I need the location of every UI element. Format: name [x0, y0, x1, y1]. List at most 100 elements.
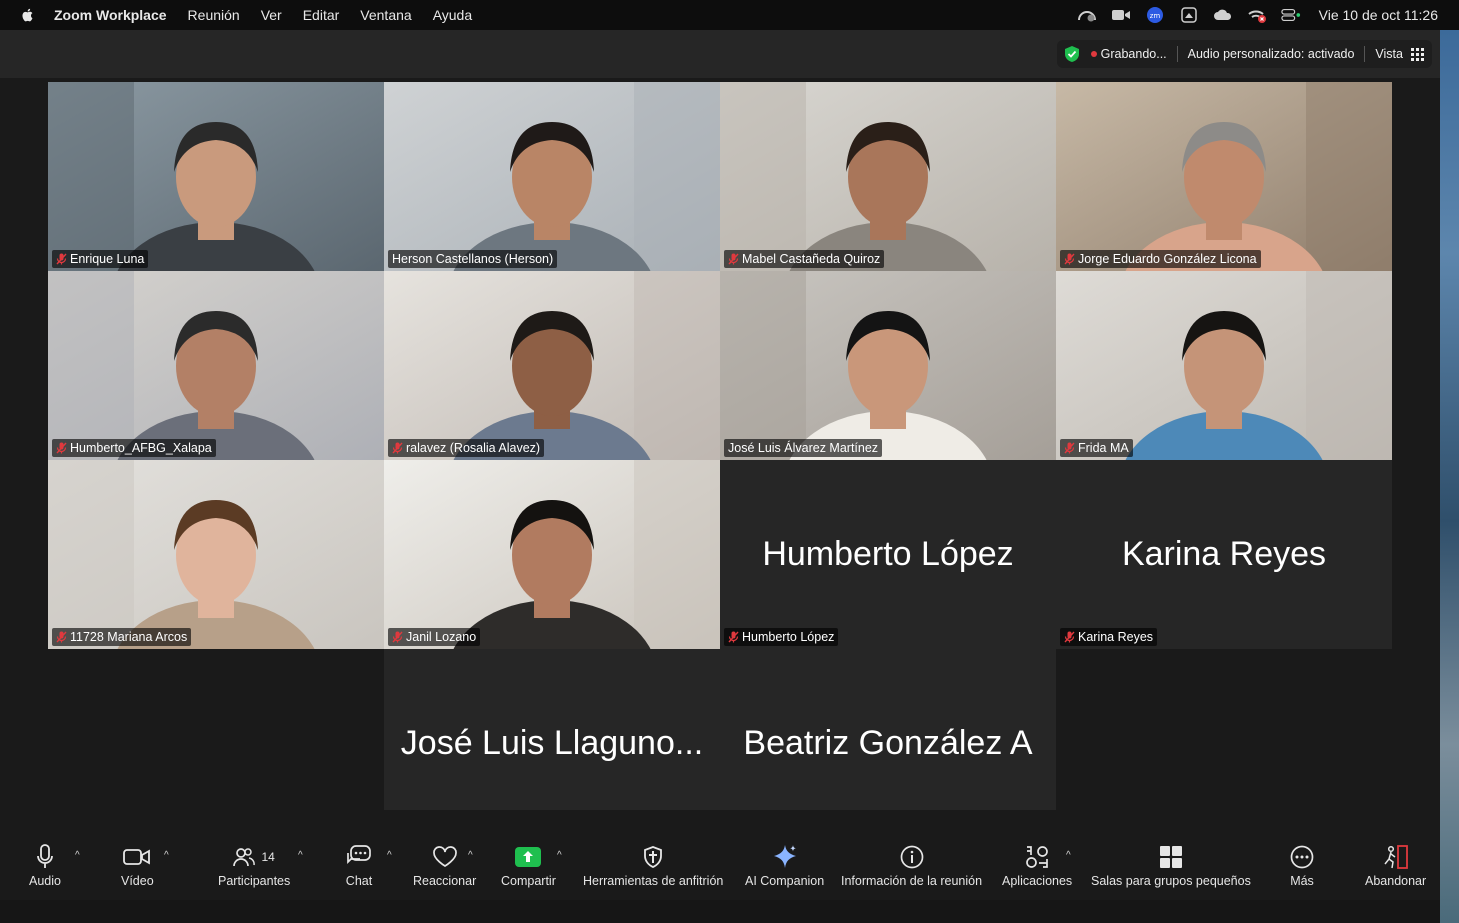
- muted-mic-icon: [56, 631, 67, 643]
- video-feed-shape: [1306, 82, 1392, 271]
- participant-display-name: Karina Reyes: [1121, 535, 1327, 573]
- leave-label: Abandonar: [1365, 874, 1427, 888]
- camera-icon[interactable]: [1111, 7, 1131, 23]
- participant-name-tag: Mabel Castañeda Quiroz: [724, 250, 885, 268]
- participant-tile[interactable]: Karina Reyes Karina Reyes: [1056, 460, 1392, 649]
- video-button[interactable]: Vídeo: [121, 844, 154, 888]
- chat-button[interactable]: Chat: [345, 844, 373, 888]
- info-icon: [900, 845, 923, 869]
- menu-editar[interactable]: Editar: [303, 7, 340, 23]
- apps-button[interactable]: Aplicaciones: [1002, 844, 1072, 888]
- more-icon: [1290, 845, 1314, 869]
- security-shield-icon[interactable]: [1063, 45, 1081, 63]
- muted-mic-icon: [392, 442, 403, 454]
- breakout-rooms-button[interactable]: Salas para grupos pequeños: [1091, 844, 1251, 888]
- participant-name-tag: Enrique Luna: [52, 250, 149, 268]
- recording-label[interactable]: Grabando...: [1101, 47, 1167, 61]
- participant-name: Karina Reyes: [1078, 630, 1154, 644]
- microphone-icon: [37, 844, 53, 868]
- participant-tile[interactable]: Humberto_AFBG_Xalapa: [48, 271, 384, 460]
- share-options-caret-icon[interactable]: ^: [557, 850, 562, 861]
- muted-mic-icon: [1064, 442, 1075, 454]
- window-bottom-edge: [0, 900, 1440, 923]
- video-feed-shape: [48, 271, 134, 460]
- menu-reunion[interactable]: Reunión: [188, 7, 240, 23]
- video-label: Vídeo: [121, 874, 154, 888]
- participant-tile[interactable]: José Luis Álvarez Martínez: [720, 271, 1056, 460]
- recording-dot-icon: [1090, 51, 1097, 57]
- video-feed: [384, 460, 720, 649]
- participant-tile[interactable]: Jorge Eduardo González Licona: [1056, 82, 1392, 271]
- menu-ver[interactable]: Ver: [261, 7, 282, 23]
- participant-name: 11728 Mariana Arcos: [70, 630, 188, 644]
- participant-name-tag: Frida MA: [1060, 439, 1133, 457]
- participant-name-tag: Jorge Eduardo González Licona: [1060, 250, 1261, 268]
- share-button[interactable]: Compartir: [501, 844, 556, 888]
- participant-name: ralavez (Rosalia Alavez): [406, 441, 541, 455]
- participant-name-tag: Humberto López: [724, 628, 839, 646]
- leave-door-icon: [1383, 845, 1408, 869]
- share-label: Compartir: [501, 874, 556, 888]
- audio-options-caret-icon[interactable]: ^: [75, 850, 80, 861]
- app-name[interactable]: Zoom Workplace: [54, 7, 167, 23]
- apps-options-caret-icon[interactable]: ^: [1066, 850, 1071, 861]
- wifi-off-icon[interactable]: [1247, 7, 1267, 23]
- video-feed: [48, 460, 384, 649]
- zoom-icon[interactable]: zm: [1145, 7, 1165, 23]
- chat-options-caret-icon[interactable]: ^: [387, 850, 392, 861]
- menu-ventana[interactable]: Ventana: [360, 7, 411, 23]
- apple-icon[interactable]: [20, 7, 36, 23]
- video-feed-shape: [720, 271, 806, 460]
- control-center-icon[interactable]: [1280, 7, 1301, 23]
- video-options-caret-icon[interactable]: ^: [164, 850, 169, 861]
- participant-tile[interactable]: Herson Castellanos (Herson): [384, 82, 720, 271]
- participant-name: Enrique Luna: [70, 252, 145, 266]
- divider: [1176, 46, 1178, 62]
- participant-name: Jorge Eduardo González Licona: [1078, 252, 1257, 266]
- participant-tile[interactable]: ralavez (Rosalia Alavez): [384, 271, 720, 460]
- host-tools-button[interactable]: Herramientas de anfitrión: [583, 844, 723, 888]
- meeting-info-button[interactable]: Información de la reunión: [841, 844, 982, 888]
- video-feed-shape: [48, 460, 134, 649]
- heart-icon: [432, 846, 457, 867]
- audio-button[interactable]: Audio: [29, 844, 61, 888]
- video-feed: [1056, 271, 1392, 460]
- participants-label: Participantes: [218, 874, 291, 888]
- video-feed: [384, 271, 720, 460]
- clock[interactable]: Vie 10 de oct 11:26: [1319, 7, 1438, 23]
- participant-tile[interactable]: Frida MA: [1056, 271, 1392, 460]
- participants-options-caret-icon[interactable]: ^: [298, 850, 303, 861]
- video-feed-shape: [1306, 271, 1392, 460]
- host-tools-label: Herramientas de anfitrión: [583, 874, 724, 888]
- participant-tile[interactable]: Enrique Luna: [48, 82, 384, 271]
- view-button-label[interactable]: Vista: [1375, 47, 1403, 61]
- speed-icon[interactable]: [1077, 7, 1097, 23]
- screen-record-icon[interactable]: [1179, 7, 1199, 23]
- reactions-options-caret-icon[interactable]: ^: [468, 850, 473, 861]
- participant-tile[interactable]: 11728 Mariana Arcos: [48, 460, 384, 649]
- creative-cloud-icon[interactable]: [1213, 7, 1233, 23]
- meeting-toolbar: Audio ^ Vídeo ^ 14 Participantes ^ Chat …: [0, 810, 1440, 900]
- participant-name-tag: Herson Castellanos (Herson): [388, 250, 558, 268]
- leave-button[interactable]: Abandonar: [1365, 844, 1426, 888]
- reactions-label: Reaccionar: [413, 874, 477, 888]
- participant-tile[interactable]: Humberto López Humberto López: [720, 460, 1056, 649]
- audio-label: Audio: [29, 874, 61, 888]
- status-area: zm Vie 10 de oct 11:26: [1077, 0, 1459, 30]
- apps-label: Aplicaciones: [1002, 874, 1073, 888]
- more-label: Más: [1290, 874, 1314, 888]
- menu-ayuda[interactable]: Ayuda: [433, 7, 472, 23]
- breakout-rooms-label: Salas para grupos pequeños: [1091, 874, 1251, 888]
- participant-tile[interactable]: Janil Lozano: [384, 460, 720, 649]
- participant-tile[interactable]: Mabel Castañeda Quiroz: [720, 82, 1056, 271]
- participant-name-tag: Janil Lozano: [388, 628, 481, 646]
- more-button[interactable]: Más: [1288, 844, 1316, 888]
- participant-name: Mabel Castañeda Quiroz: [742, 252, 881, 266]
- video-feed: [720, 82, 1056, 271]
- gallery-grid-icon[interactable]: [1411, 47, 1424, 61]
- audio-status-label[interactable]: Audio personalizado: activado: [1188, 47, 1355, 61]
- breakout-rooms-icon: [1159, 846, 1182, 868]
- ai-companion-button[interactable]: AI Companion: [745, 844, 824, 888]
- reactions-button[interactable]: Reaccionar: [413, 844, 476, 888]
- participants-button[interactable]: 14 Participantes: [218, 844, 290, 888]
